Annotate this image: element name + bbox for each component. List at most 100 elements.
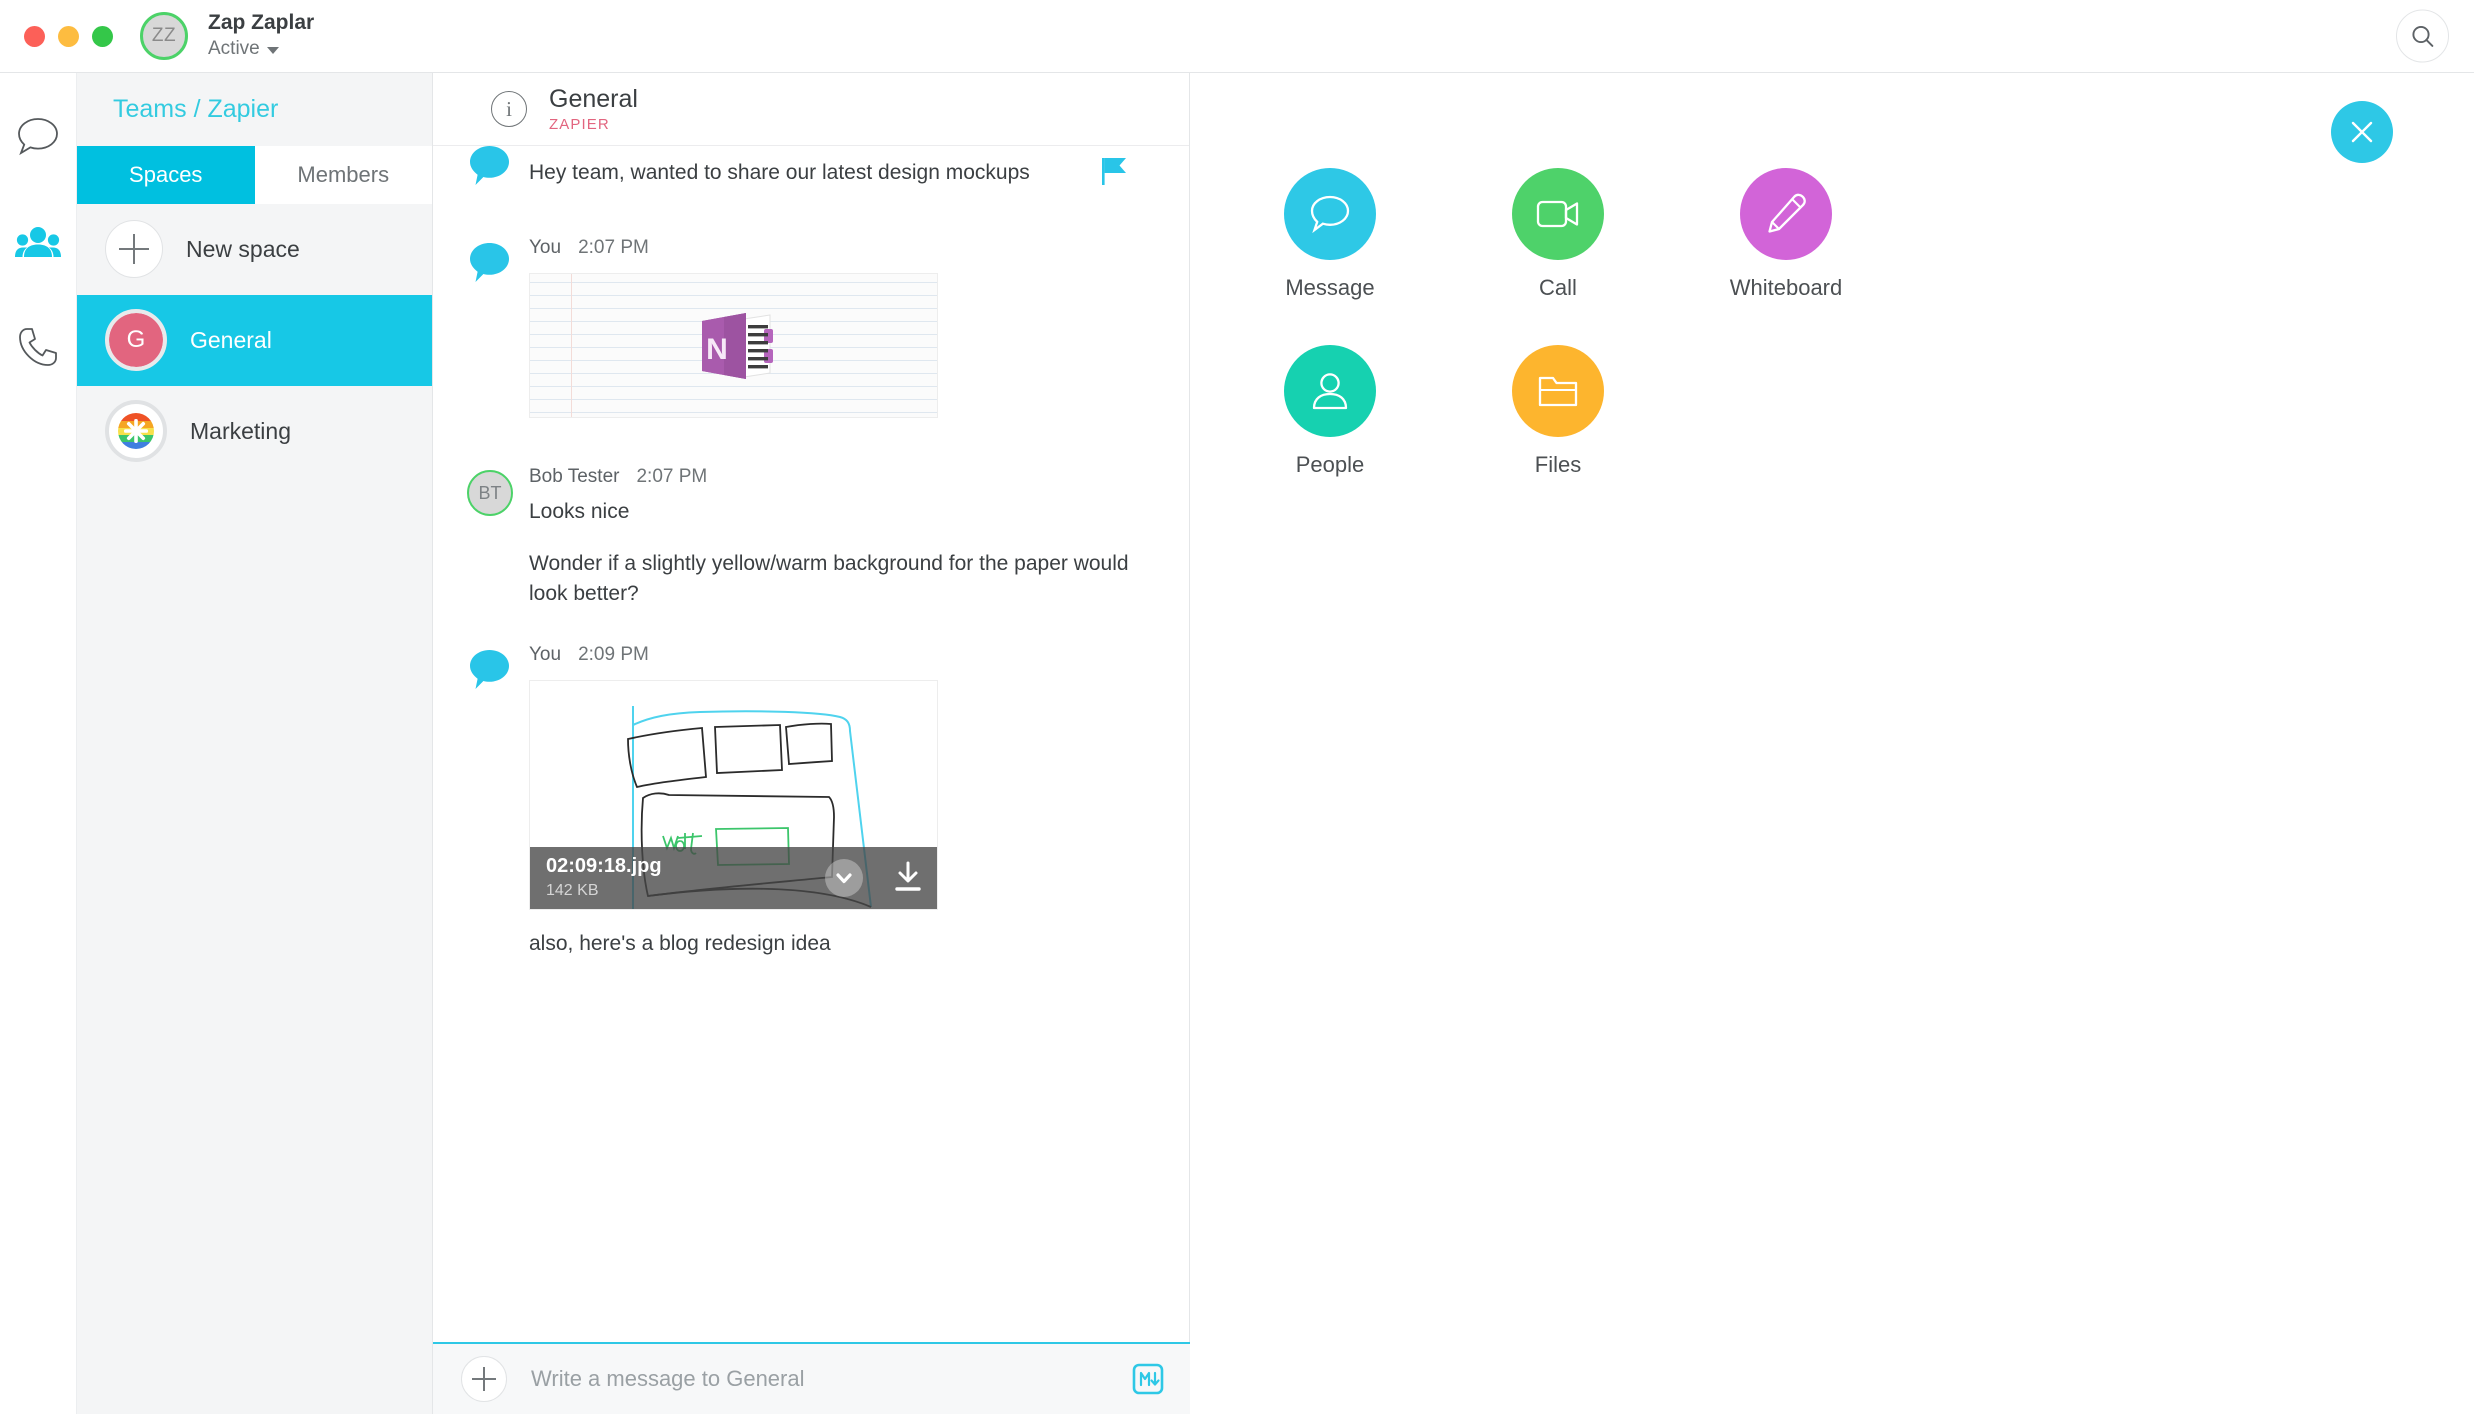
message-body: Hey team, wanted to share our latest des… [529, 158, 1155, 189]
person-icon [1312, 373, 1348, 410]
download-attachment-button[interactable] [893, 861, 923, 895]
attachment-onenote-thumbnail[interactable]: N [529, 273, 938, 418]
action-call-label: Call [1539, 275, 1577, 300]
sidebar-item-marketing[interactable]: Marketing [77, 386, 432, 477]
window-controls [24, 25, 113, 47]
message-author: You [529, 644, 562, 666]
message-list[interactable]: Hey team, wanted to share our latest des… [433, 146, 1189, 1342]
minimize-window-button[interactable] [58, 25, 79, 47]
avatar-initials: BT [467, 470, 513, 516]
rail-item-teams[interactable] [14, 218, 62, 266]
message-body: You 2:09 PM 02:09:18.jpg 142 KB [529, 644, 1155, 911]
spaces-sidebar: Teams / Zapier Spaces Members New space … [77, 73, 433, 1414]
close-panel-button[interactable] [2331, 101, 2393, 163]
space-avatar-marketing [105, 400, 167, 462]
action-files-label: Files [1534, 452, 1582, 477]
chat-bubble-icon [1310, 195, 1350, 234]
action-call-circle [1512, 168, 1604, 260]
message-text: Looks nice [529, 500, 630, 523]
download-icon [895, 861, 921, 892]
user-status-label: Active [208, 38, 260, 60]
new-space-button[interactable]: New space [77, 204, 432, 295]
user-status-dropdown[interactable]: Active [208, 37, 314, 61]
page-title: General [549, 84, 638, 113]
folder-icon [1538, 376, 1578, 407]
info-icon[interactable]: i [491, 91, 527, 127]
rail-item-calls[interactable] [14, 323, 62, 371]
chevron-down-icon [836, 873, 852, 884]
chat-header-text: General ZAPIER [549, 85, 638, 134]
avatar[interactable]: ZZ [140, 12, 188, 60]
add-attachment-button[interactable] [461, 1356, 507, 1402]
tab-spaces[interactable]: Spaces [77, 146, 255, 204]
chat-bubble-icon [470, 650, 509, 690]
flag-icon[interactable] [1097, 154, 1131, 188]
markdown-icon [1132, 1363, 1164, 1395]
attachment-whiteboard-image[interactable]: 02:09:18.jpg 142 KB [529, 680, 938, 911]
avatar-letter: G [109, 313, 163, 367]
close-window-button[interactable] [24, 25, 45, 47]
zoom-window-button[interactable] [92, 25, 113, 47]
action-people-circle [1284, 345, 1376, 437]
onenote-icon: N [692, 307, 776, 385]
message-composer [433, 1342, 1190, 1414]
expand-attachment-button[interactable] [825, 859, 863, 898]
sidebar-tabs: Spaces Members [77, 146, 432, 204]
svg-text:N: N [706, 333, 728, 366]
file-size: 142 KB [546, 881, 599, 899]
phone-handset-icon [19, 328, 57, 366]
video-camera-icon [1536, 200, 1579, 228]
breadcrumb[interactable]: Teams / Zapier [77, 73, 432, 146]
message-input[interactable] [531, 1366, 1132, 1392]
file-name: 02:09:18.jpg [546, 855, 662, 878]
rail-item-messages[interactable] [14, 113, 62, 161]
message-meta: You 2:09 PM [529, 644, 1155, 666]
message-text-trailing: also, here's a blog redesign idea [529, 932, 831, 956]
quick-actions-grid: Message Call Whiteboard People Files [1216, 168, 1900, 478]
message-text: Hey team, wanted to share our latest des… [529, 161, 1030, 184]
people-group-icon [15, 227, 61, 257]
markdown-button[interactable] [1132, 1363, 1164, 1395]
action-files-circle [1512, 345, 1604, 437]
attachment-file-bar: 02:09:18.jpg 142 KB [530, 847, 937, 910]
avatar-initials: ZZ [151, 25, 177, 46]
user-meta: Zap Zaplar Active [208, 10, 314, 61]
action-panel: Message Call Whiteboard People Files [1190, 73, 2474, 1414]
sidebar-item-general-label: General [190, 326, 272, 353]
new-space-label: New space [186, 235, 300, 262]
message-author: Bob Tester [529, 466, 620, 487]
action-whiteboard-circle [1740, 168, 1832, 260]
message-item: Hey team, wanted to share our latest des… [433, 146, 1189, 189]
message-item: BT Bob Tester 2:07 PM Looks nice Wonder … [433, 466, 1189, 608]
message-author: You [529, 237, 562, 258]
search-button[interactable] [2396, 9, 2449, 63]
close-icon [2351, 121, 2373, 143]
message-meta: You 2:07 PM [529, 237, 1155, 259]
action-call[interactable]: Call [1444, 168, 1672, 301]
message-avatar: BT [467, 466, 529, 608]
space-avatar-general: G [105, 309, 167, 371]
message-item: You 2:09 PM 02:09:18.jpg 142 KB [433, 644, 1189, 911]
user-name: Zap Zaplar [208, 11, 315, 35]
icon-rail [0, 73, 77, 1414]
action-message-circle [1284, 168, 1376, 260]
chat-subtitle: ZAPIER [549, 116, 610, 134]
tab-spaces-label: Spaces [129, 162, 203, 187]
tab-members-label: Members [297, 162, 390, 187]
action-files[interactable]: Files [1444, 345, 1672, 478]
message-avatar [467, 146, 529, 189]
sidebar-item-general[interactable]: G General [77, 295, 432, 386]
action-people[interactable]: People [1216, 345, 1444, 478]
tab-members[interactable]: Members [254, 146, 432, 204]
file-info: 02:09:18.jpg 142 KB [546, 855, 662, 901]
message-text-secondary: Wonder if a slightly yellow/warm backgro… [529, 551, 1129, 605]
message-time: 2:07 PM [636, 466, 708, 487]
chat-header: i General ZAPIER [433, 73, 1189, 146]
action-whiteboard-label: Whiteboard [1729, 275, 1843, 300]
action-people-label: People [1295, 452, 1365, 477]
action-whiteboard[interactable]: Whiteboard [1672, 168, 1900, 301]
file-actions [825, 859, 923, 898]
message-time: 2:09 PM [578, 644, 649, 666]
action-message[interactable]: Message [1216, 168, 1444, 301]
message-avatar [467, 644, 529, 910]
